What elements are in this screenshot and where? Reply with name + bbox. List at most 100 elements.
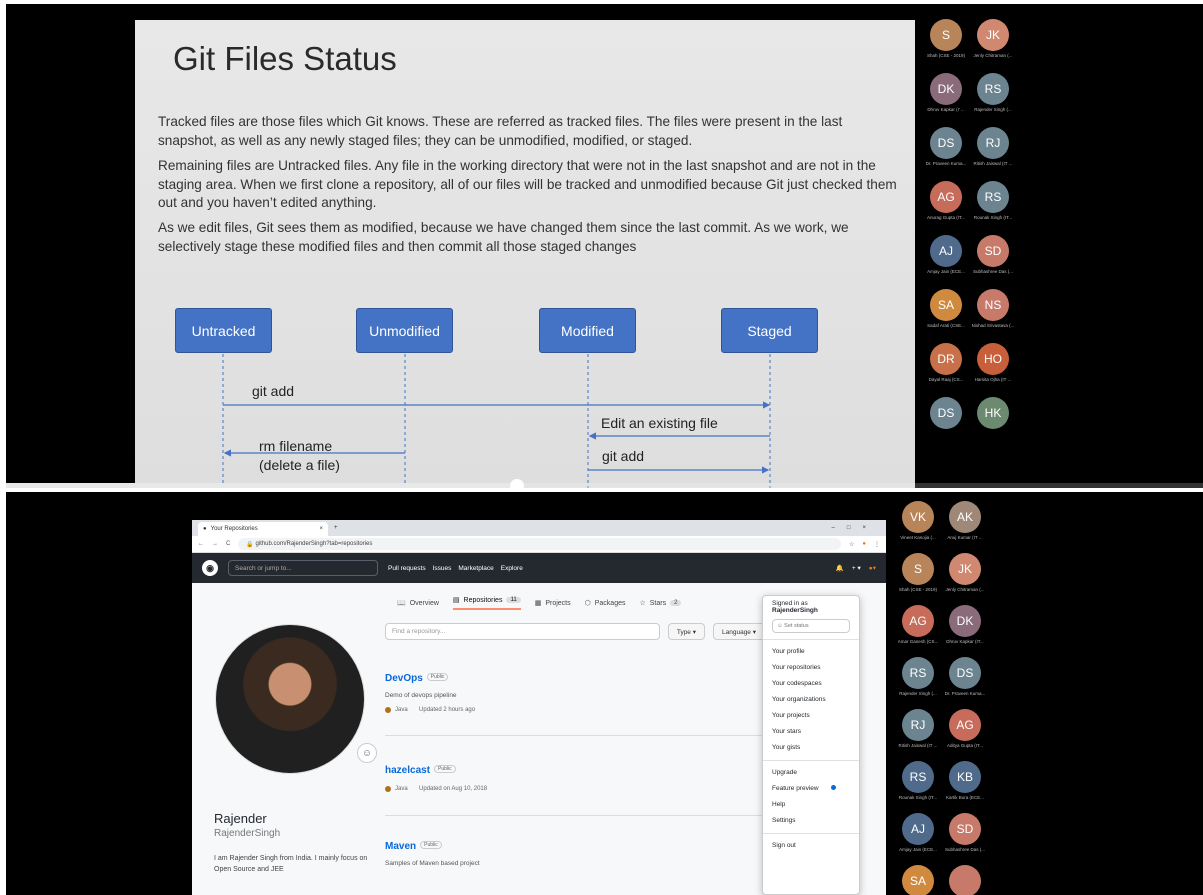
participant-avatar: RS bbox=[977, 73, 1009, 105]
set-status-button[interactable]: ☺ Set status bbox=[772, 619, 850, 633]
menu-item[interactable]: Your stars bbox=[772, 724, 850, 740]
url-text: github.com/RajenderSingh?tab=repositorie… bbox=[255, 541, 373, 547]
participant-tile[interactable]: DK Dhruv Kapkar (I' ... bbox=[924, 70, 968, 122]
repo-name-link[interactable]: Maven bbox=[385, 841, 416, 852]
participant-tile[interactable]: AG Amar Ganesh (CS... bbox=[896, 602, 940, 654]
tab-projects[interactable]: ▦ Projects bbox=[535, 596, 571, 610]
video-progress-bar[interactable] bbox=[6, 483, 1203, 488]
menu-item[interactable]: Your profile bbox=[772, 644, 850, 660]
repo-language: Java bbox=[395, 786, 408, 792]
participant-tile[interactable] bbox=[943, 862, 987, 895]
participant-tile[interactable]: AK Anuj Kumar (IT ... bbox=[943, 498, 987, 550]
participant-avatar: RJ bbox=[902, 709, 934, 741]
address-bar[interactable]: 🔒 github.com/RajenderSingh?tab=repositor… bbox=[238, 538, 841, 550]
new-tab-icon[interactable]: + bbox=[334, 525, 338, 531]
participant-name: Vineet Kanojia (... bbox=[900, 535, 936, 540]
participant-tile[interactable]: S Shah (CSE - 2019) bbox=[924, 16, 968, 68]
participant-name: Ritish Jaiswal (IT ... bbox=[898, 743, 938, 748]
profile-name: Rajender bbox=[214, 811, 267, 826]
nav-pull-requests[interactable]: Pull requests bbox=[388, 565, 426, 572]
menu-item[interactable]: Your organizations bbox=[772, 692, 850, 708]
browser-window: ● Your Repositories × + –□× ← → C 🔒 gith… bbox=[192, 520, 886, 895]
participant-name: Subhashree Das (... bbox=[972, 269, 1014, 274]
github-logo-icon[interactable]: ◉ bbox=[202, 560, 218, 576]
participant-tile[interactable]: HO Harsita Ojha (IT ... bbox=[971, 340, 1015, 392]
participant-name: Aditya Gupta (IT... bbox=[946, 743, 983, 748]
participant-tile[interactable]: DR Dayal Raaj (CS... bbox=[924, 340, 968, 392]
browser-tab[interactable]: ● Your Repositories × bbox=[198, 522, 328, 536]
participant-tile[interactable]: RS Rajender Singh (... bbox=[896, 654, 940, 706]
menu-item[interactable]: Settings bbox=[772, 813, 850, 829]
forward-icon[interactable]: → bbox=[212, 541, 218, 547]
participant-tile[interactable]: DS bbox=[924, 394, 968, 446]
menu-item[interactable]: Your repositories bbox=[772, 660, 850, 676]
participant-tile[interactable]: VK Vineet Kanojia (... bbox=[896, 498, 940, 550]
participant-tile[interactable]: DS Dr. Praveen Kuma... bbox=[924, 124, 968, 176]
participant-avatar: NS bbox=[977, 289, 1009, 321]
profile-tabs: 📖 Overview ▤ Repositories 11 ▦ Projects ⬡ Pac… bbox=[397, 596, 682, 610]
tab-stars[interactable]: ☆ Stars 2 bbox=[639, 596, 682, 610]
find-repository-input[interactable]: Find a repository... bbox=[385, 623, 660, 640]
participant-tile[interactable]: SD Subhashree Das (... bbox=[943, 810, 987, 862]
window-controls-icon[interactable]: –□× bbox=[832, 525, 878, 531]
participant-tile[interactable]: HK bbox=[971, 394, 1015, 446]
repo-name-link[interactable]: DevOps bbox=[385, 673, 423, 684]
participant-tile[interactable]: KB Kartik Bora (ECE... bbox=[943, 758, 987, 810]
repo-language: Java bbox=[395, 707, 408, 713]
create-new-icon[interactable]: + ▾ bbox=[852, 564, 861, 572]
participant-tile[interactable]: DK Dhruv Kapkar (IT... bbox=[943, 602, 987, 654]
participant-tile[interactable]: RS Rajender Singh (... bbox=[971, 70, 1015, 122]
participant-name: Rajender Singh (... bbox=[974, 107, 1012, 112]
repo-name-link[interactable]: hazelcast bbox=[385, 765, 430, 776]
participant-name: Dr. Praveen Kuma... bbox=[944, 691, 986, 696]
participant-tile[interactable]: S Shah (CSE - 2019) bbox=[896, 550, 940, 602]
repo-updated: Updated on Aug 10, 2018 bbox=[419, 786, 488, 792]
nav-marketplace[interactable]: Marketplace bbox=[458, 565, 493, 572]
menu-item[interactable]: Your projects bbox=[772, 708, 850, 724]
reload-icon[interactable]: C bbox=[226, 541, 230, 547]
type-dropdown[interactable]: Type ▾ bbox=[667, 623, 705, 640]
participant-tile[interactable]: AG Aditya Gupta (IT... bbox=[943, 706, 987, 758]
progress-scrubber[interactable] bbox=[510, 479, 524, 488]
nav-explore[interactable]: Explore bbox=[501, 565, 523, 572]
menu-item[interactable]: Upgrade bbox=[772, 765, 850, 781]
menu-item[interactable]: Help bbox=[772, 797, 850, 813]
participant-tile[interactable]: RJ Ritish Jaiswal (IT ... bbox=[896, 706, 940, 758]
search-input[interactable]: Search or jump to... bbox=[228, 560, 378, 576]
participant-tile[interactable]: AJ Amjay Jain (ECE... bbox=[896, 810, 940, 862]
user-avatar-menu-icon[interactable]: ●▾ bbox=[869, 564, 876, 572]
notifications-bell-icon[interactable]: 🔔 bbox=[836, 564, 844, 572]
menu-item[interactable]: Feature preview bbox=[772, 781, 850, 797]
nav-issues[interactable]: Issues bbox=[433, 565, 452, 572]
tab-packages[interactable]: ⬡ Packages bbox=[585, 596, 626, 610]
menu-item[interactable]: Your codespaces bbox=[772, 676, 850, 692]
participant-tile[interactable]: DS Dr. Praveen Kuma... bbox=[943, 654, 987, 706]
participant-tile[interactable]: SD Subhashree Das (... bbox=[971, 232, 1015, 284]
participant-tile[interactable]: SA Sadaf Arati (CSE... bbox=[924, 286, 968, 338]
participant-tile[interactable]: NS Nishad Srivastava (... bbox=[971, 286, 1015, 338]
language-dropdown[interactable]: Language ▾ bbox=[713, 623, 765, 640]
profile-icon[interactable]: ● bbox=[862, 541, 866, 547]
participant-tile[interactable]: SA bbox=[896, 862, 940, 895]
smiley-status-icon[interactable]: ☺ bbox=[357, 743, 377, 763]
participant-tile[interactable]: AJ Amjay Jain (ECE... bbox=[924, 232, 968, 284]
repo-meta: Java Updated 2 hours ago bbox=[385, 707, 765, 713]
back-icon[interactable]: ← bbox=[198, 541, 204, 547]
tab-overview[interactable]: 📖 Overview bbox=[397, 596, 439, 610]
participant-avatar: SA bbox=[902, 865, 934, 895]
participant-tile[interactable]: RJ Ritish Jaiswal (IT ... bbox=[971, 124, 1015, 176]
participant-tile[interactable]: JK Jenly Chitraman (... bbox=[943, 550, 987, 602]
participant-tile[interactable]: JK Jenly Chitraman (... bbox=[971, 16, 1015, 68]
menu-kebab-icon[interactable]: ⋮ bbox=[874, 541, 880, 548]
close-tab-icon[interactable]: × bbox=[319, 526, 323, 532]
participant-avatar: AG bbox=[902, 605, 934, 637]
participant-tile[interactable]: RS Rounak Singh (IT... bbox=[971, 178, 1015, 230]
menu-item[interactable]: Your gists bbox=[772, 740, 850, 756]
table-icon: ▦ bbox=[534, 600, 542, 607]
tab-repositories[interactable]: ▤ Repositories 11 bbox=[452, 596, 521, 610]
repo-list-item: hazelcast Public Java Updated on Aug 10, … bbox=[385, 736, 765, 816]
participant-tile[interactable]: AG Anurag Gupta (IT... bbox=[924, 178, 968, 230]
menu-item-sign-out[interactable]: Sign out bbox=[772, 838, 850, 854]
participant-tile[interactable]: RS Rounak Singh (IT... bbox=[896, 758, 940, 810]
star-bookmark-icon[interactable]: ☆ bbox=[849, 541, 854, 548]
